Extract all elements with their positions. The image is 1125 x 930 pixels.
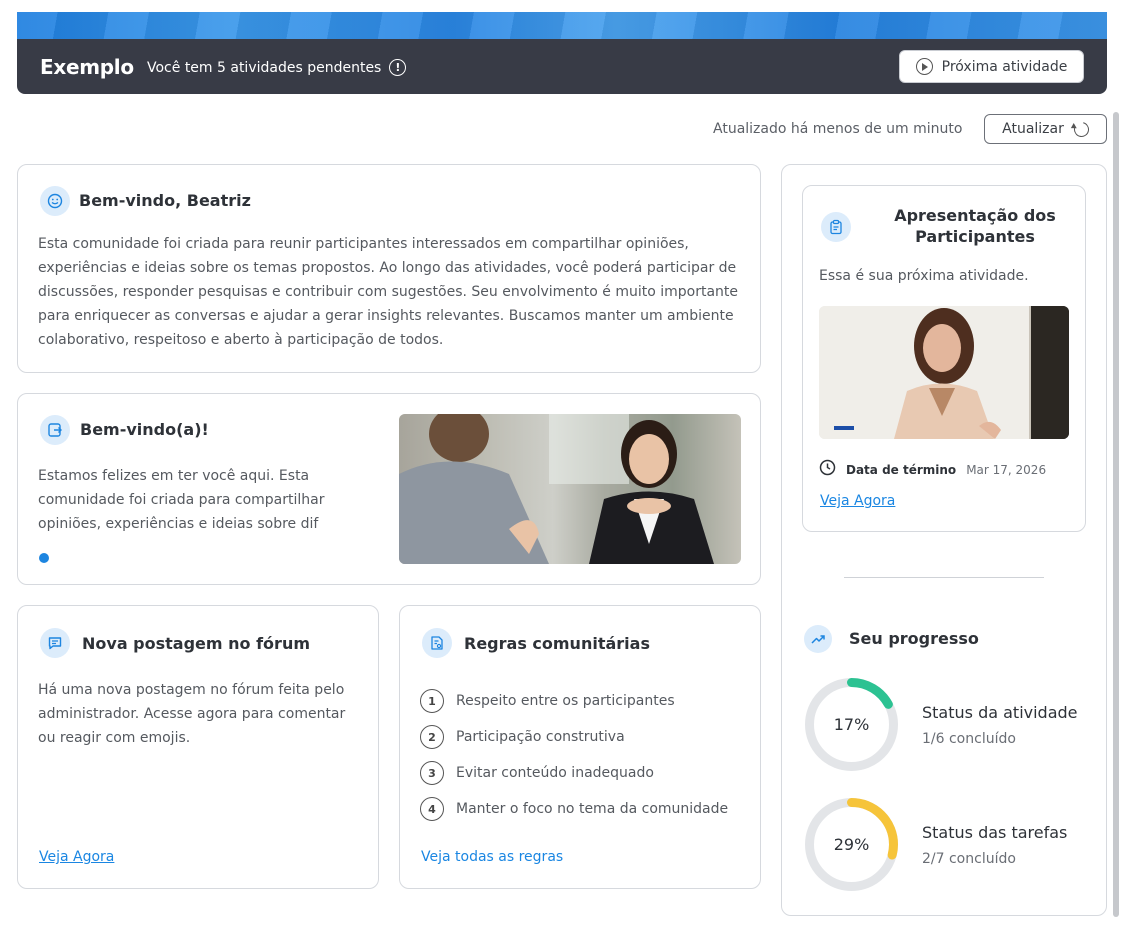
refresh-button[interactable]: Atualizar	[984, 114, 1107, 144]
welcome-title: Bem-vindo, Beatriz	[79, 191, 251, 210]
refresh-icon	[1071, 118, 1092, 140]
rule-label: Respeito entre os participantes	[456, 693, 675, 709]
forum-post-card: Nova postagem no fórum Há uma nova posta…	[17, 605, 379, 889]
rule-number-badge: 3	[420, 761, 444, 785]
pending-activities: Você tem 5 atividades pendentes !	[147, 59, 407, 76]
rule-label: Manter o foco no tema da comunidade	[456, 801, 729, 817]
next-activity-title: Apresentação dos Participantes	[894, 206, 1056, 246]
rule-item: 4 Manter o foco no tema da comunidade	[420, 797, 728, 821]
welcome-text: Esta comunidade foi criada para reunir p…	[38, 236, 739, 348]
activity-progress-percent: 17%	[833, 715, 870, 734]
carousel-title: Bem-vindo(a)!	[80, 420, 209, 439]
chat-icon	[40, 628, 70, 658]
rules-document-icon	[422, 628, 452, 658]
divider	[844, 577, 1044, 578]
sidebar-panel: Apresentação dos Participantes Essa é su…	[781, 164, 1107, 916]
meeting-photo	[399, 414, 741, 564]
pending-activities-text: Você tem 5 atividades pendentes	[147, 59, 382, 76]
welcome-carousel-card: Bem-vindo(a)! Estamos felizes em ter voc…	[17, 393, 761, 585]
tasks-progress-percent: 29%	[833, 835, 870, 854]
last-updated-text: Atualizado há menos de um minuto	[713, 121, 963, 137]
page: Exemplo Você tem 5 atividades pendentes …	[0, 0, 1125, 930]
rules-title: Regras comunitárias	[464, 634, 650, 653]
info-icon[interactable]: !	[389, 59, 407, 76]
forum-title: Nova postagem no fórum	[82, 634, 310, 653]
due-date-label: Data de término	[846, 462, 957, 477]
carousel-text: Estamos felizes em ter você aqui. Esta c…	[38, 468, 325, 532]
rule-item: 1 Respeito entre os participantes	[420, 689, 675, 713]
forum-link[interactable]: Veja Agora	[39, 849, 114, 865]
activity-status-title: Status da atividade	[922, 703, 1078, 722]
header-banner-image	[17, 12, 1107, 39]
community-rules-card: Regras comunitárias 1 Respeito entre os …	[399, 605, 761, 889]
tasks-status-sub: 2/7 concluído	[922, 851, 1016, 867]
activity-status-sub: 1/6 concluído	[922, 731, 1016, 747]
tasks-progress-ring: 29%	[804, 797, 899, 892]
scrollbar[interactable]	[1113, 112, 1119, 917]
rule-number-badge: 1	[420, 689, 444, 713]
rules-link[interactable]: Veja todas as regras	[421, 849, 563, 865]
due-date-value: Mar 17, 2026	[966, 462, 1047, 477]
next-activity-button-label: Próxima atividade	[941, 58, 1068, 75]
rule-item: 3 Evitar conteúdo inadequado	[420, 761, 654, 785]
rule-label: Evitar conteúdo inadequado	[456, 765, 654, 781]
smile-icon	[40, 186, 70, 216]
refresh-button-label: Atualizar	[1002, 121, 1064, 137]
progress-title: Seu progresso	[849, 629, 979, 648]
brand-name: Exemplo	[40, 55, 134, 79]
next-activity-subtitle: Essa é sua próxima atividade.	[819, 268, 1029, 284]
clock-icon	[819, 459, 836, 480]
activity-progress-ring: 17%	[804, 677, 899, 772]
trending-up-icon	[804, 625, 832, 653]
rule-number-badge: 2	[420, 725, 444, 749]
next-activity-link[interactable]: Veja Agora	[820, 493, 895, 509]
clipboard-icon	[821, 212, 851, 242]
next-activity-card: Apresentação dos Participantes Essa é su…	[802, 185, 1086, 532]
header-bar: Exemplo Você tem 5 atividades pendentes …	[17, 39, 1107, 94]
rule-label: Participação construtiva	[456, 729, 625, 745]
carousel-dot[interactable]	[39, 553, 49, 563]
enter-icon	[40, 415, 70, 445]
rule-number-badge: 4	[420, 797, 444, 821]
due-date-row: Data de término Mar 17, 2026	[819, 459, 1046, 480]
next-activity-button[interactable]: Próxima atividade	[899, 50, 1084, 83]
header: Exemplo Você tem 5 atividades pendentes …	[17, 12, 1107, 94]
presentation-photo	[819, 306, 1069, 439]
play-icon	[915, 58, 933, 75]
tasks-status-title: Status das tarefas	[922, 823, 1068, 842]
forum-text: Há uma nova postagem no fórum feita pelo…	[38, 682, 346, 746]
welcome-card: Bem-vindo, Beatriz Esta comunidade foi c…	[17, 164, 761, 373]
rule-item: 2 Participação construtiva	[420, 725, 625, 749]
